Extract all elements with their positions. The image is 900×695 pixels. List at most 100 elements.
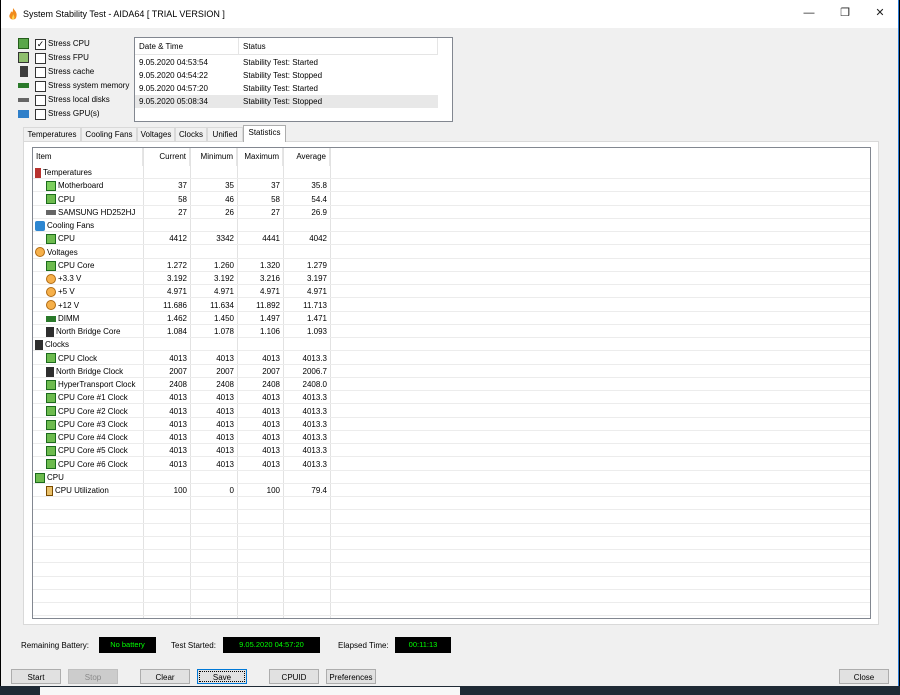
group-row[interactable]: Voltages [33, 246, 870, 259]
elapsed-time-value: 00:11:13 [395, 637, 451, 653]
table-row[interactable]: +3.3 V 3.192 3.192 3.216 3.197 [33, 272, 870, 285]
stress-gpu-checkbox[interactable] [35, 109, 46, 120]
empty-row [33, 497, 870, 511]
table-row[interactable]: North Bridge Core 1.084 1.078 1.106 1.093 [33, 325, 870, 338]
log-row[interactable]: 9.05.2020 04:57:20 Stability Test: Start… [135, 82, 438, 95]
log-header-status[interactable]: Status [239, 38, 438, 55]
group-row[interactable]: Cooling Fans [33, 219, 870, 232]
volt-icon [46, 273, 56, 284]
average-cell: 54.4 [311, 194, 327, 204]
tab-unified[interactable]: Unified [207, 127, 243, 141]
table-row[interactable]: +12 V 11.686 11.634 11.892 11.713 [33, 299, 870, 312]
table-row[interactable]: CPU Core #1 Clock 4013 4013 4013 4013.3 [33, 391, 870, 405]
log-header-date[interactable]: Date & Time [135, 38, 239, 55]
item-cell: Motherboard [46, 179, 141, 192]
minimum-cell: 11.634 [210, 300, 234, 310]
stress-cache-checkbox[interactable] [35, 67, 46, 78]
maximum-cell: 11.892 [256, 300, 280, 310]
minimum-cell: 4013 [216, 406, 234, 416]
table-row[interactable]: Motherboard 37 35 37 35.8 [33, 179, 870, 193]
group-row[interactable]: Temperatures [33, 166, 870, 179]
table-row[interactable]: CPU Core #5 Clock 4013 4013 4013 4013.3 [33, 444, 870, 458]
maximum-cell: 4013 [262, 433, 280, 442]
tab-clocks[interactable]: Clocks [175, 127, 207, 141]
tab-temperatures[interactable]: Temperatures [23, 127, 81, 141]
preferences-button[interactable]: Preferences [326, 669, 376, 684]
close-button[interactable]: Close [839, 669, 889, 684]
chip-icon [46, 419, 56, 430]
minimum-cell [190, 471, 237, 484]
table-row[interactable]: CPU Clock 4013 4013 4013 4013.3 [33, 352, 870, 365]
table-row[interactable]: CPU 4412 3342 4441 4042 [33, 232, 870, 246]
maximum-cell [237, 246, 283, 259]
table-row[interactable]: +5 V 4.971 4.971 4.971 4.971 [33, 285, 870, 299]
table-row[interactable]: HyperTransport Clock 2408 2408 2408 2408.0 [33, 378, 870, 391]
chip-icon [46, 194, 56, 205]
log-row[interactable]: 9.05.2020 04:53:54 Stability Test: Start… [135, 56, 438, 69]
group-row[interactable]: CPU [33, 471, 870, 484]
close-window-button[interactable]: ✕ [862, 0, 898, 28]
stress-disks-checkbox[interactable] [35, 95, 46, 106]
item-label: +3.3 V [58, 274, 82, 283]
hour-icon [46, 485, 53, 496]
table-row[interactable]: North Bridge Clock 2007 2007 2007 2006.7 [33, 365, 870, 378]
maximum-cell: 1.320 [259, 260, 280, 270]
table-row[interactable]: CPU 58 46 58 54.4 [33, 193, 870, 206]
temp-icon [35, 167, 41, 178]
header-average[interactable]: Average [283, 148, 330, 166]
chip-icon [46, 353, 56, 364]
clear-button[interactable]: Clear [140, 669, 190, 684]
item-cell: CPU Clock [46, 352, 141, 365]
table-row[interactable]: DIMM 1.462 1.450 1.497 1.471 [33, 312, 870, 325]
tab-cooling-fans[interactable]: Cooling Fans [81, 127, 137, 141]
table-row[interactable]: CPU Core #6 Clock 4013 4013 4013 4013.3 [33, 458, 870, 471]
taskbar-search-input[interactable] [40, 687, 460, 695]
stop-button[interactable]: Stop [68, 669, 118, 684]
table-row[interactable]: CPU Core 1.272 1.260 1.320 1.279 [33, 259, 870, 272]
group-row[interactable]: Clocks [33, 338, 870, 352]
header-current[interactable]: Current [143, 148, 190, 166]
table-row[interactable]: CPU Core #2 Clock 4013 4013 4013 4013.3 [33, 405, 870, 418]
minimum-cell: 1.260 [213, 260, 234, 270]
table-row[interactable]: CPU Core #3 Clock 4013 4013 4013 4013.3 [33, 418, 870, 431]
statistics-grid[interactable]: Item Current Minimum Maximum Average Tem… [32, 147, 871, 619]
item-cell: CPU Utilization [46, 484, 141, 497]
item-label: CPU Core #5 Clock [58, 446, 128, 456]
event-log[interactable]: Date & Time Status 9.05.2020 04:53:54 St… [134, 37, 453, 122]
current-cell: 1.462 [166, 313, 187, 323]
maximum-cell: 2007 [262, 366, 280, 376]
minimum-cell: 3.192 [213, 274, 234, 283]
minimum-cell: 4.971 [213, 287, 234, 297]
log-date: 9.05.2020 04:57:20 [139, 84, 208, 93]
minimize-button[interactable]: — [791, 0, 827, 28]
header-minimum[interactable]: Minimum [190, 148, 237, 166]
tab-voltages[interactable]: Voltages [137, 127, 175, 141]
header-maximum[interactable]: Maximum [237, 148, 283, 166]
minimum-cell: 1.078 [213, 327, 234, 336]
log-row-selected[interactable]: 9.05.2020 05:08:34 Stability Test: Stopp… [135, 95, 438, 108]
maximize-button[interactable]: ❐ [827, 0, 863, 28]
table-row[interactable]: CPU Utilization 100 0 100 79.4 [33, 484, 870, 497]
header-item[interactable]: Item [33, 148, 143, 166]
average-cell: 4013.3 [302, 446, 327, 456]
stress-cpu-checkbox[interactable]: ✓ [35, 39, 46, 50]
item-label: North Bridge Clock [56, 366, 124, 376]
start-button[interactable]: Start [11, 669, 61, 684]
average-cell [283, 246, 330, 259]
log-row[interactable]: 9.05.2020 04:54:22 Stability Test: Stopp… [135, 69, 438, 82]
title-bar[interactable]: System Stability Test - AIDA64 [ TRIAL V… [1, 0, 898, 28]
stress-memory-checkbox[interactable] [35, 81, 46, 92]
average-cell: 4013.3 [302, 419, 327, 429]
cpuid-button[interactable]: CPUID [269, 669, 319, 684]
save-button[interactable]: Save [197, 669, 247, 684]
table-row[interactable]: SAMSUNG HD252HJ 27 26 27 26.9 [33, 206, 870, 219]
tab-statistics[interactable]: Statistics [243, 125, 286, 142]
empty-row [33, 564, 870, 577]
item-cell: North Bridge Core [46, 325, 141, 338]
table-row[interactable]: CPU Core #4 Clock 4013 4013 4013 4013.3 [33, 431, 870, 444]
item-label: Voltages [47, 247, 78, 257]
stress-fpu-checkbox[interactable] [35, 53, 46, 64]
current-cell: 1.272 [166, 260, 187, 270]
item-cell: CPU Core #5 Clock [46, 444, 141, 457]
chip-icon [46, 446, 56, 457]
